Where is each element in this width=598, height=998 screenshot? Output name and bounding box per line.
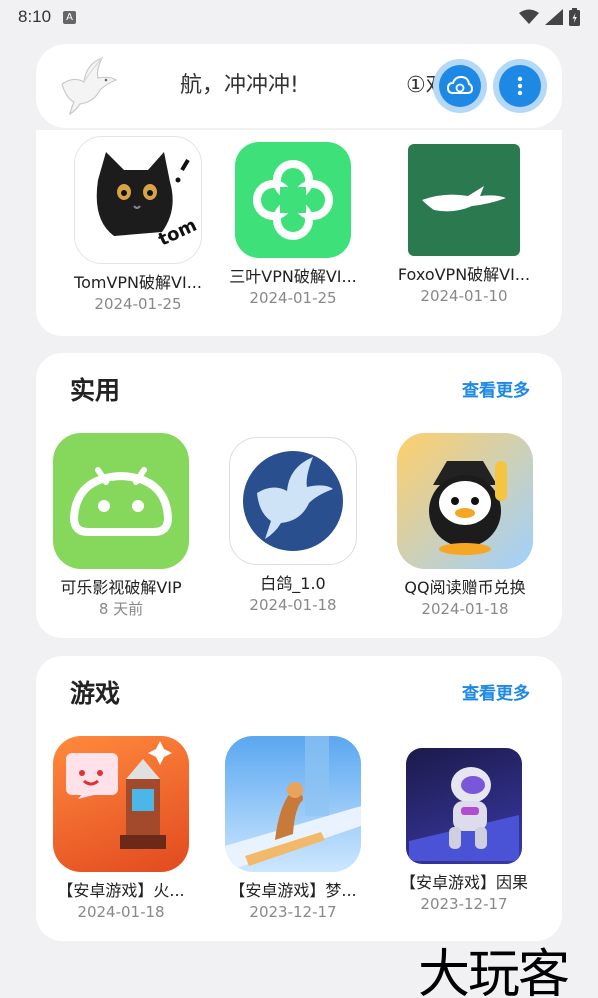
app-item[interactable]: 可乐影视破解VIP 8 天前 [41, 433, 201, 619]
announcement-marquee: 航，冲冲冲! ①欢迎 [180, 66, 456, 106]
monument-path-game-icon [225, 736, 361, 872]
more-menu-button[interactable] [493, 59, 547, 113]
green-clover-icon [235, 142, 351, 258]
pixel-rocket-game-icon [53, 736, 189, 872]
status-bar: 8:10 A [0, 0, 598, 34]
app-name: 白鸽_1.0 [260, 574, 326, 593]
view-more-link[interactable]: 查看更多 [462, 679, 530, 704]
app-date: 2023-12-17 [249, 903, 337, 921]
dove-logo-icon [61, 56, 118, 116]
watermark-text: 大玩客 [418, 945, 570, 998]
status-time: 8:10 [18, 7, 52, 26]
app-name: 【安卓游戏】火... [57, 881, 185, 900]
section-title: 游戏 [70, 679, 121, 708]
app-item[interactable]: 【安卓游戏】因果 2023-12-17 [384, 742, 544, 914]
app-name: 可乐影视破解VIP [60, 578, 182, 597]
cloud-button[interactable] [433, 59, 487, 113]
view-more-link[interactable]: 查看更多 [462, 376, 530, 401]
app-date: 2024-01-18 [421, 600, 509, 618]
app-name: 【安卓游戏】梦... [229, 881, 357, 900]
white-dove-icon [229, 437, 357, 565]
section-title: 实用 [70, 376, 121, 405]
app-item[interactable]: QQ阅读赠币兑换 2024-01-18 [385, 433, 545, 619]
app-name: 三叶VPN破解VI... [229, 267, 357, 286]
games-section: 游戏 查看更多 【安卓游戏】火... 2024-01-18 【安卓游戏】梦...… [36, 656, 562, 941]
marquee-text-1: 航，冲冲冲! [180, 73, 299, 98]
signal-icon [545, 9, 563, 25]
app-item[interactable]: tom TomVPN破解VI... 2024-01-25 [58, 136, 218, 314]
app-date: 2024-01-18 [249, 596, 337, 614]
app-name: TomVPN破解VI... [74, 273, 202, 292]
battery-icon [569, 8, 580, 26]
black-cat-tom-icon: tom [74, 136, 202, 264]
android-icon [53, 433, 189, 569]
app-date: 2024-01-18 [77, 903, 165, 921]
app-item[interactable]: 三叶VPN破解VI... 2024-01-25 [213, 136, 373, 308]
app-name: QQ阅读赠币兑换 [404, 578, 526, 597]
app-item[interactable]: 【安卓游戏】梦... 2023-12-17 [213, 736, 373, 922]
app-date: 2024-01-10 [420, 287, 508, 305]
app-date: 2024-01-25 [249, 289, 337, 307]
app-date: 8 天前 [98, 600, 144, 618]
vpn-section: tom TomVPN破解VI... 2024-01-25 三叶VPN破解VI..… [36, 130, 562, 336]
app-item[interactable]: 【安卓游戏】火... 2024-01-18 [41, 736, 201, 922]
more-vertical-icon [517, 76, 523, 96]
status-icons [519, 8, 580, 26]
app-item[interactable]: 白鸽_1.0 2024-01-18 [213, 437, 373, 615]
app-date: 2023-12-17 [420, 895, 508, 913]
wifi-icon [519, 9, 539, 24]
notification-a-icon: A [63, 10, 77, 24]
app-name: 【安卓游戏】因果 [399, 873, 528, 892]
white-fox-icon [408, 144, 520, 256]
app-date: 2024-01-25 [94, 295, 182, 313]
practical-section: 实用 查看更多 可乐影视破解VIP 8 天前 白鸽_1.0 2024-01-18 [36, 353, 562, 638]
astronaut-game-icon [406, 748, 522, 864]
app-item[interactable]: FoxoVPN破解VI... 2024-01-10 [384, 136, 544, 306]
cloud-refresh-icon [447, 75, 473, 94]
qq-penguin-icon [397, 433, 533, 569]
app-name: FoxoVPN破解VI... [397, 265, 531, 284]
